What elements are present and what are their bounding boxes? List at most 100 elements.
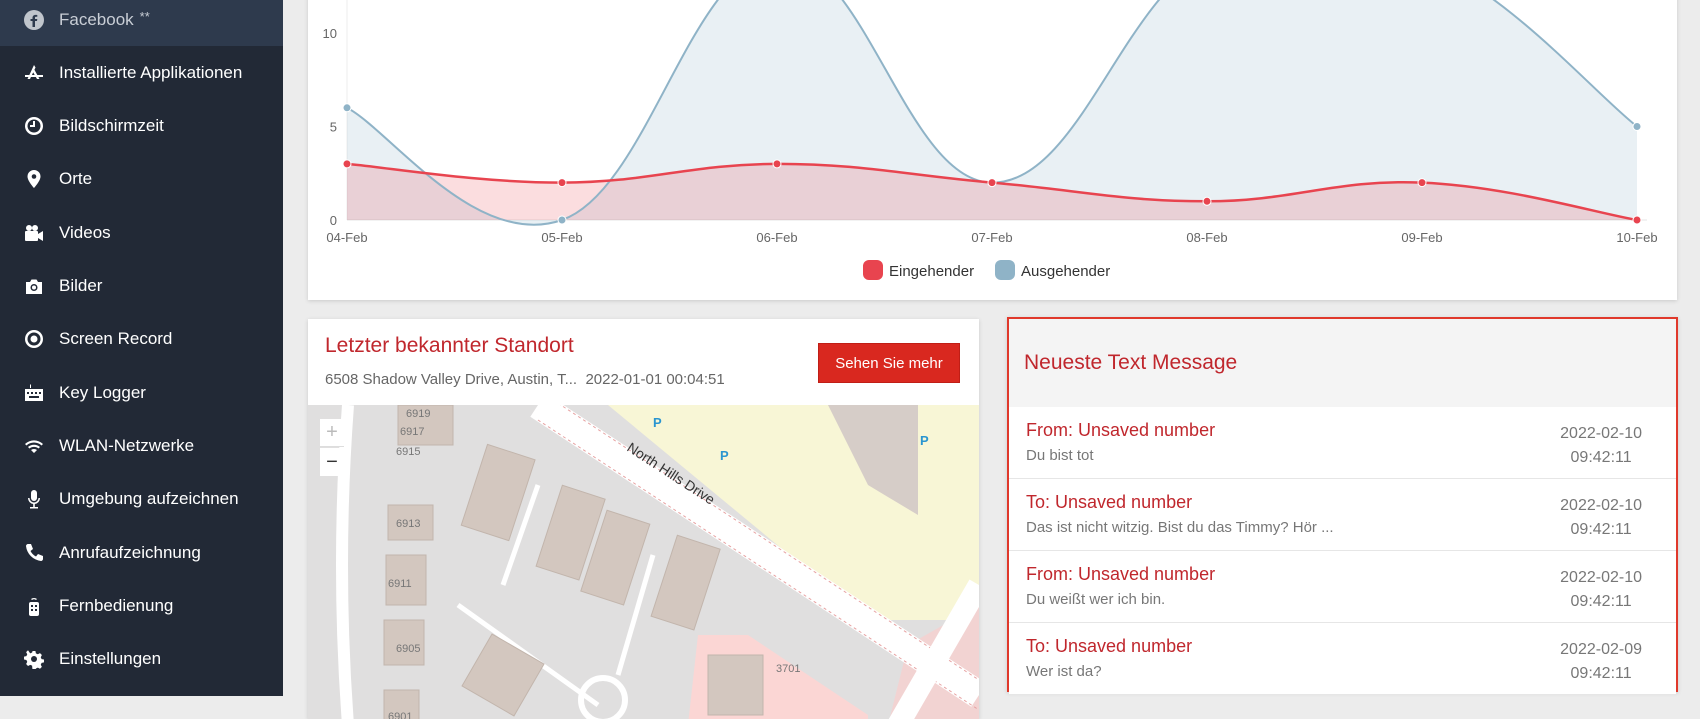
zoom-out-button[interactable]: − bbox=[320, 448, 344, 476]
point-eingehender[interactable] bbox=[772, 159, 782, 169]
sidebar-item-fernbedienung[interactable]: Fernbedienung bbox=[0, 579, 283, 632]
y-tick-label: 5 bbox=[330, 120, 337, 135]
location-datetime: 2022-01-01 00:04:51 bbox=[585, 371, 725, 388]
parking-label: P bbox=[653, 415, 662, 430]
sidebar-item-wlan-netzwerke[interactable]: WLAN-Netzwerke bbox=[0, 419, 283, 472]
sidebar-item-label: Screen Record bbox=[59, 329, 173, 349]
see-more-button[interactable]: Sehen Sie mehr bbox=[818, 343, 960, 383]
location-title: Letzter bekannter Standort bbox=[325, 334, 574, 357]
x-tick-label: 07-Feb bbox=[971, 230, 1012, 245]
sidebar-item-bilder[interactable]: Bilder bbox=[0, 260, 283, 313]
house-number: 6901 bbox=[388, 711, 412, 719]
remote-icon bbox=[23, 595, 45, 617]
sidebar-item-label: Facebook bbox=[59, 9, 134, 29]
sms-chart: 0 5 10 04-Feb 05-Feb 06-Feb 07-Feb 08-Feb 09-Feb… bbox=[323, 0, 1658, 280]
point-ausgehender[interactable] bbox=[557, 215, 567, 225]
point-eingehender[interactable] bbox=[557, 178, 567, 188]
sidebar-item-anrufaufzeichnung[interactable]: Anrufaufzeichnung bbox=[0, 526, 283, 579]
wifi-icon bbox=[23, 435, 45, 457]
point-ausgehender[interactable] bbox=[1632, 122, 1642, 131]
message-time: 09:42:11 bbox=[1570, 521, 1632, 538]
point-eingehender[interactable] bbox=[342, 159, 352, 169]
sidebar-item-facebook[interactable]: Facebook ** bbox=[0, 0, 283, 46]
message-time: 09:42:11 bbox=[1570, 593, 1632, 610]
x-tick-label: 06-Feb bbox=[756, 230, 797, 245]
phone-icon bbox=[23, 542, 45, 564]
messages-title: Neueste Text Message bbox=[1009, 319, 1676, 407]
sidebar-item-umgebung-aufzeichnen[interactable]: Umgebung aufzeichnen bbox=[0, 473, 283, 526]
record-icon bbox=[23, 328, 45, 350]
x-tick-label: 08-Feb bbox=[1186, 230, 1227, 245]
message-time: 09:42:11 bbox=[1570, 665, 1632, 682]
app-store-icon bbox=[23, 62, 45, 84]
sidebar-item-videos[interactable]: Videos bbox=[0, 206, 283, 259]
message-timestamp: 2022-02-10 09:42:11 bbox=[1560, 494, 1642, 542]
message-preview: Du weißt wer ich bin. bbox=[1026, 591, 1166, 608]
y-tick-label: 10 bbox=[323, 26, 337, 41]
x-tick-label: 04-Feb bbox=[326, 230, 367, 245]
message-date: 2022-02-10 bbox=[1560, 497, 1642, 514]
sidebar-item-label: Bilder bbox=[59, 276, 103, 295]
house-number: 6915 bbox=[396, 446, 420, 458]
message-contact: From: Unsaved number bbox=[1026, 564, 1216, 584]
sidebar-item-label: Einstellungen bbox=[59, 649, 162, 669]
location-address: 6508 Shadow Valley Drive, Austin, T... 2… bbox=[325, 371, 725, 388]
zoom-in-button[interactable]: + bbox=[320, 419, 344, 447]
map-tiles: 6919 6917 6915 6913 6911 6905 6901 3701 … bbox=[336, 389, 979, 719]
sidebar-item-screen-record[interactable]: Screen Record bbox=[0, 313, 283, 366]
message-preview: Du bist tot bbox=[1026, 447, 1094, 464]
x-tick-label: 05-Feb bbox=[541, 230, 582, 245]
message-contact: To: Unsaved number bbox=[1026, 492, 1193, 512]
point-eingehender[interactable] bbox=[1417, 178, 1427, 188]
message-timestamp: 2022-02-10 09:42:11 bbox=[1560, 566, 1642, 614]
sidebar-item-einstellungen[interactable]: Einstellungen bbox=[0, 633, 283, 686]
legend-label[interactable]: Eingehender bbox=[889, 263, 974, 280]
sidebar-item-label: Installierte Applikationen bbox=[59, 62, 243, 82]
map-pin-icon bbox=[23, 168, 45, 190]
message-row[interactable]: From: Unsaved number Du bist tot 2022-02… bbox=[1009, 407, 1676, 479]
sidebar: Facebook ** Installierte Applikationen Bild… bbox=[0, 0, 283, 696]
message-contact: From: Unsaved number bbox=[1026, 420, 1216, 440]
message-date: 2022-02-10 bbox=[1560, 425, 1642, 442]
sidebar-item-label: Anrufaufzeichnung bbox=[59, 542, 201, 562]
legend-swatch bbox=[863, 260, 883, 280]
sms-chart-card: 0 5 10 04-Feb 05-Feb 06-Feb 07-Feb 08-Feb 09-Feb… bbox=[308, 0, 1677, 300]
sidebar-item-label: Fernbedienung bbox=[59, 595, 174, 615]
y-tick-label: 0 bbox=[330, 213, 337, 228]
sidebar-item-label: Orte bbox=[59, 169, 93, 189]
house-number: 6905 bbox=[396, 643, 420, 655]
house-number: 6913 bbox=[396, 518, 420, 530]
sidebar-item-label: Key Logger bbox=[59, 382, 146, 402]
point-ausgehender[interactable] bbox=[342, 103, 352, 113]
last-location-card: Letzter bekannter Standort 6508 Shadow V… bbox=[308, 319, 979, 719]
message-preview: Wer ist da? bbox=[1026, 663, 1102, 680]
point-eingehender[interactable] bbox=[1632, 215, 1642, 225]
point-eingehender[interactable] bbox=[1202, 196, 1212, 206]
legend-swatch bbox=[995, 260, 1015, 280]
address-text: 6508 Shadow Valley Drive, Austin, T... bbox=[325, 371, 578, 388]
sidebar-item-label: Umgebung aufzeichnen bbox=[59, 489, 239, 509]
sidebar-item-installierte-applikationen[interactable]: Installierte Applikationen bbox=[0, 46, 283, 99]
map[interactable]: 6919 6917 6915 6913 6911 6905 6901 3701 … bbox=[308, 389, 979, 719]
message-preview: Das ist nicht witzig. Bist du das Timmy?… bbox=[1026, 519, 1334, 536]
house-number: 3701 bbox=[776, 663, 800, 675]
message-row[interactable]: To: Unsaved number Das ist nicht witzig.… bbox=[1009, 479, 1676, 551]
message-row[interactable]: From: Unsaved number Du weißt wer ich bi… bbox=[1009, 551, 1676, 623]
x-tick-label: 10-Feb bbox=[1616, 230, 1657, 245]
sidebar-item-orte[interactable]: Orte bbox=[0, 153, 283, 206]
sidebar-item-suffix: ** bbox=[139, 9, 150, 24]
latest-text-messages-card: Neueste Text Message From: Unsaved numbe… bbox=[1007, 317, 1678, 695]
sidebar-item-key-logger[interactable]: Key Logger bbox=[0, 366, 283, 419]
message-row[interactable]: To: Unsaved number Wer ist da? 2022-02-0… bbox=[1009, 623, 1676, 695]
legend-label[interactable]: Ausgehender bbox=[1021, 263, 1110, 280]
x-tick-label: 09-Feb bbox=[1401, 230, 1442, 245]
point-eingehender[interactable] bbox=[987, 178, 997, 188]
sidebar-item-label: Videos bbox=[59, 222, 111, 242]
messages-list: From: Unsaved number Du bist tot 2022-02… bbox=[1009, 407, 1676, 695]
gear-icon bbox=[23, 648, 45, 670]
sidebar-item-bildschirmzeit[interactable]: Bildschirmzeit bbox=[0, 100, 283, 153]
message-contact: To: Unsaved number bbox=[1026, 636, 1193, 656]
house-number: 6919 bbox=[406, 408, 430, 420]
sidebar-item-label: Bildschirmzeit bbox=[59, 116, 164, 136]
message-time: 09:42:11 bbox=[1570, 449, 1632, 466]
